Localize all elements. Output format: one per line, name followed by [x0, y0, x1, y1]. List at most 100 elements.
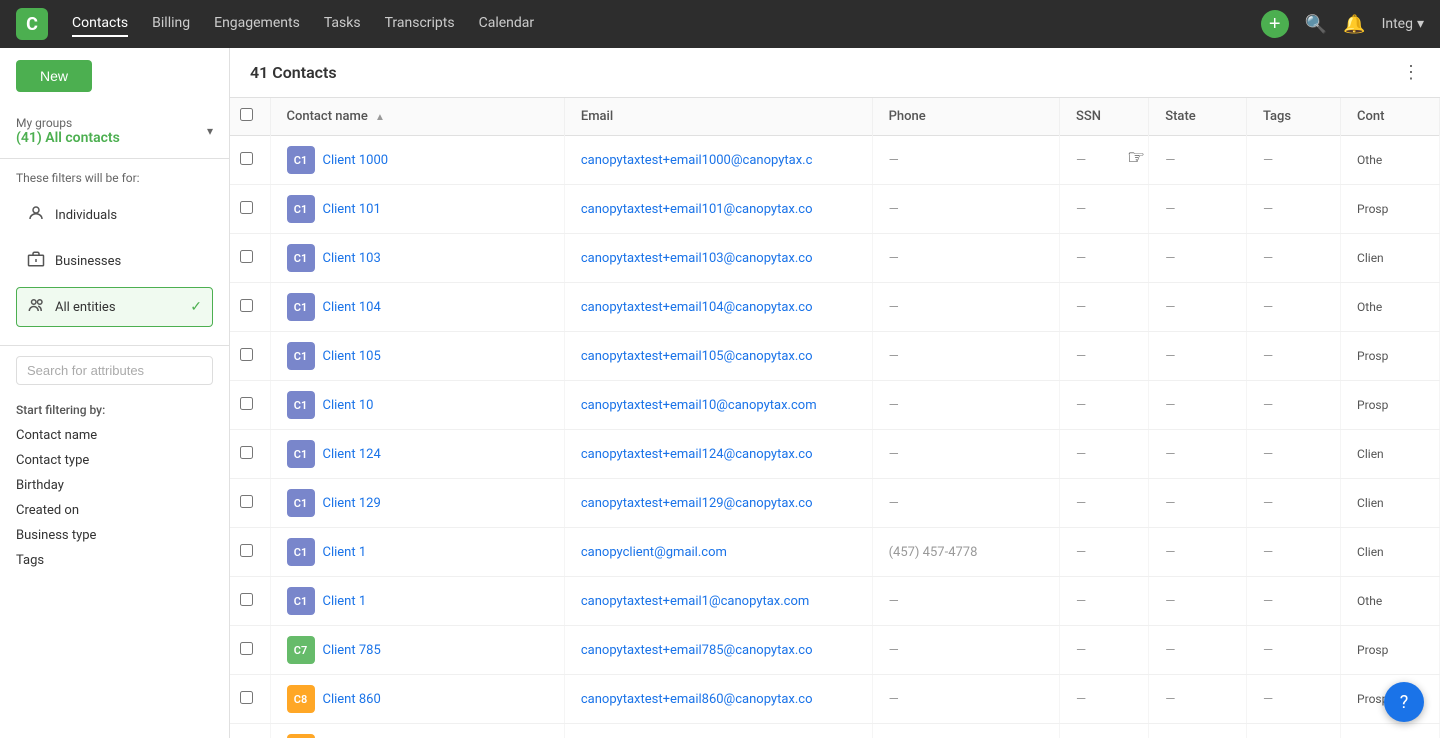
row-checkbox[interactable] — [240, 250, 253, 263]
contact-name-link[interactable]: Client 129 — [323, 496, 381, 511]
nav-billing[interactable]: Billing — [152, 11, 190, 37]
contact-tags-cell: — — [1246, 577, 1340, 626]
search-attributes-input[interactable] — [16, 356, 213, 385]
row-checkbox[interactable] — [240, 446, 253, 459]
header-actions: ⋮ — [1402, 62, 1420, 83]
chevron-down-icon: ▾ — [207, 124, 213, 138]
main-content: 41 Contacts ⋮ Contact name ▲ Email — [230, 48, 1440, 738]
filter-all-entities[interactable]: All entities ✓ — [16, 287, 213, 327]
contact-email-cell: canopytaxtest+email104@canopytax.co — [564, 283, 872, 332]
contact-avatar: C1 — [287, 146, 315, 174]
contact-type-cell: Prosp — [1341, 185, 1440, 234]
filter-attr-created-on[interactable]: Created on — [16, 498, 213, 523]
th-email[interactable]: Email — [564, 98, 872, 136]
contact-name-cell: C1 Client 10 — [270, 381, 564, 430]
contact-phone-cell: — — [872, 381, 1059, 430]
row-checkbox-cell — [230, 626, 270, 675]
contact-name-link[interactable]: Client 104 — [323, 300, 381, 315]
contact-name-cell: C1 Client 1 — [270, 528, 564, 577]
contact-avatar: C1 — [287, 293, 315, 321]
th-state[interactable]: State — [1149, 98, 1247, 136]
contact-name-link[interactable]: Client 1000 — [323, 153, 389, 168]
th-phone[interactable]: Phone — [872, 98, 1059, 136]
contact-name-link[interactable]: Client 103 — [323, 251, 381, 266]
contact-email-cell: canopytaxtest+email124@canopytax.co — [564, 430, 872, 479]
row-checkbox[interactable] — [240, 691, 253, 704]
help-button[interactable]: ? — [1384, 682, 1424, 722]
filter-attr-business-type[interactable]: Business type — [16, 523, 213, 548]
contact-state-cell: — — [1149, 479, 1247, 528]
row-checkbox[interactable] — [240, 152, 253, 165]
row-checkbox[interactable] — [240, 397, 253, 410]
select-all-checkbox[interactable] — [240, 108, 253, 121]
filter-businesses[interactable]: Businesses — [16, 241, 213, 281]
nav-contacts[interactable]: Contacts — [72, 11, 128, 37]
contact-name-link[interactable]: Client 785 — [323, 643, 381, 658]
my-groups-header[interactable]: My groups (41) All contacts ▾ — [0, 104, 229, 158]
row-checkbox-cell — [230, 381, 270, 430]
more-options-icon[interactable]: ⋮ — [1402, 62, 1420, 83]
row-checkbox[interactable] — [240, 299, 253, 312]
contact-phone-cell: — — [872, 136, 1059, 185]
table-row: C1 Client 1 canopyclient@gmail.com (457)… — [230, 528, 1440, 577]
filter-individuals[interactable]: Individuals — [16, 195, 213, 235]
contact-type-cell: Clien — [1341, 234, 1440, 283]
filter-attr-tags[interactable]: Tags — [16, 548, 213, 573]
sort-icon: ▲ — [375, 112, 385, 123]
contact-tags-cell: — — [1246, 479, 1340, 528]
contact-tags-cell: — — [1246, 675, 1340, 724]
add-button[interactable]: + — [1261, 10, 1289, 38]
contact-name-cell: C1 Client 105 — [270, 332, 564, 381]
app-logo: C — [16, 8, 48, 40]
filter-attr-birthday[interactable]: Birthday — [16, 473, 213, 498]
contact-name-cell: C8 Client 861 — [270, 724, 564, 738]
row-checkbox[interactable] — [240, 201, 253, 214]
bell-icon[interactable]: 🔔 — [1343, 14, 1365, 35]
filter-attr-contact-type[interactable]: Contact type — [16, 448, 213, 473]
th-contact-type[interactable]: Cont — [1341, 98, 1440, 136]
nav-calendar[interactable]: Calendar — [479, 11, 535, 37]
table-row: C1 Client 104 canopytaxtest+email104@can… — [230, 283, 1440, 332]
table-row: C1 Client 124 canopytaxtest+email124@can… — [230, 430, 1440, 479]
row-checkbox[interactable] — [240, 544, 253, 557]
contact-name-link[interactable]: Client 101 — [323, 202, 381, 217]
contact-name-link[interactable]: Client 105 — [323, 349, 381, 364]
user-menu[interactable]: Integ ▾ — [1382, 16, 1424, 32]
contact-name-link[interactable]: Client 124 — [323, 447, 381, 462]
row-checkbox[interactable] — [240, 642, 253, 655]
filter-attr-contact-name[interactable]: Contact name — [16, 423, 213, 448]
contact-type-cell: Clien — [1341, 430, 1440, 479]
row-checkbox[interactable] — [240, 593, 253, 606]
contact-name-link[interactable]: Client 1 — [323, 545, 367, 560]
contact-name-link[interactable]: Client 1 — [323, 594, 367, 609]
all-contacts-label: (41) All contacts — [16, 130, 120, 146]
filter-businesses-label: Businesses — [55, 254, 202, 269]
contact-email-cell: canopytaxtest+email105@canopytax.co — [564, 332, 872, 381]
contact-avatar: C1 — [287, 489, 315, 517]
nav-transcripts[interactable]: Transcripts — [385, 11, 455, 37]
th-ssn[interactable]: SSN — [1060, 98, 1149, 136]
nav-tasks[interactable]: Tasks — [324, 11, 361, 37]
contact-avatar: C1 — [287, 244, 315, 272]
row-checkbox[interactable] — [240, 348, 253, 361]
row-checkbox-cell — [230, 577, 270, 626]
contact-ssn-cell: — — [1060, 332, 1149, 381]
all-entities-icon — [27, 296, 45, 318]
search-icon[interactable]: 🔍 — [1305, 14, 1327, 35]
contact-type-cell: Clien — [1341, 479, 1440, 528]
contact-state-cell: — — [1149, 675, 1247, 724]
row-checkbox-cell — [230, 185, 270, 234]
row-checkbox[interactable] — [240, 495, 253, 508]
contact-name-link[interactable]: Client 860 — [323, 692, 381, 707]
filter-individuals-label: Individuals — [55, 208, 202, 223]
contact-tags-cell: — — [1246, 185, 1340, 234]
contact-name-link[interactable]: Client 10 — [323, 398, 374, 413]
contact-ssn-cell: — — [1060, 675, 1149, 724]
top-nav: C Contacts Billing Engagements Tasks Tra… — [0, 0, 1440, 48]
contact-ssn-cell: — — [1060, 577, 1149, 626]
contact-phone-cell: — — [872, 675, 1059, 724]
th-contact-name[interactable]: Contact name ▲ — [270, 98, 564, 136]
new-button[interactable]: New — [16, 60, 92, 92]
nav-engagements[interactable]: Engagements — [214, 11, 300, 37]
th-tags[interactable]: Tags — [1246, 98, 1340, 136]
